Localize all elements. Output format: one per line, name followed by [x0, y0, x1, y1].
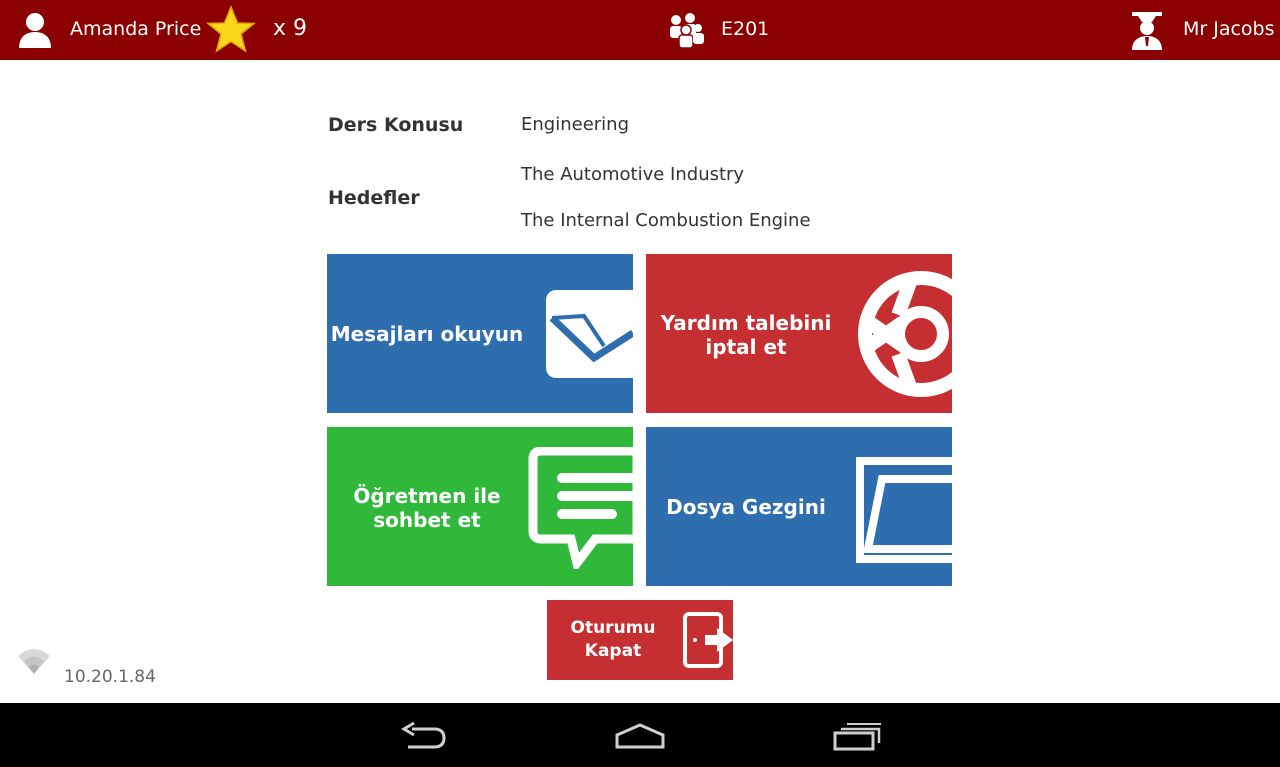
subject-label: Ders Konusu	[328, 114, 464, 136]
student-name: Amanda Price	[70, 18, 202, 40]
read-messages-button[interactable]: Mesajları okuyun	[327, 254, 633, 413]
star-count: x 9	[273, 16, 308, 41]
star-icon	[205, 5, 257, 53]
goal-item: The Automotive Industry	[521, 164, 745, 185]
goal-item: The Internal Combustion Engine	[521, 210, 811, 231]
logout-button[interactable]: Oturumu Kapat	[547, 600, 733, 680]
logout-door-icon	[683, 612, 733, 668]
wifi-icon	[18, 649, 50, 674]
room-name: E201	[721, 18, 770, 40]
chat-with-teacher-button[interactable]: Öğretmen ile sohbet et	[327, 427, 633, 586]
folder-icon	[856, 457, 952, 563]
recent-apps-icon[interactable]	[832, 721, 882, 751]
chat-bubble-icon	[528, 447, 633, 569]
file-explorer-button[interactable]: Dosya Gezgini	[646, 427, 952, 586]
group-icon	[670, 13, 704, 48]
logout-label: Oturumu Kapat	[570, 618, 656, 661]
read-messages-label: Mesajları okuyun	[330, 322, 524, 346]
chat-teacher-label: Öğretmen ile sohbet et	[353, 484, 501, 532]
user-icon	[19, 13, 51, 48]
teacher-name: Mr Jacobs	[1183, 18, 1275, 40]
system-nav-bar	[0, 703, 1280, 767]
lifebuoy-icon	[858, 271, 952, 397]
back-icon[interactable]	[398, 721, 448, 751]
home-icon[interactable]	[614, 721, 666, 751]
cancel-help-request-button[interactable]: Yardım talebini iptal et	[646, 254, 952, 413]
subject-value: Engineering	[521, 114, 629, 135]
file-explorer-label: Dosya Gezgini	[666, 495, 826, 519]
top-bar: Amanda Price x 9 E201 Mr Jacobs	[0, 0, 1280, 60]
cancel-help-label: Yardım talebini iptal et	[660, 311, 832, 359]
envelope-icon	[546, 290, 633, 378]
teacher-icon	[1132, 12, 1162, 50]
goals-label: Hedefler	[328, 187, 420, 209]
ip-address: 10.20.1.84	[64, 667, 156, 687]
